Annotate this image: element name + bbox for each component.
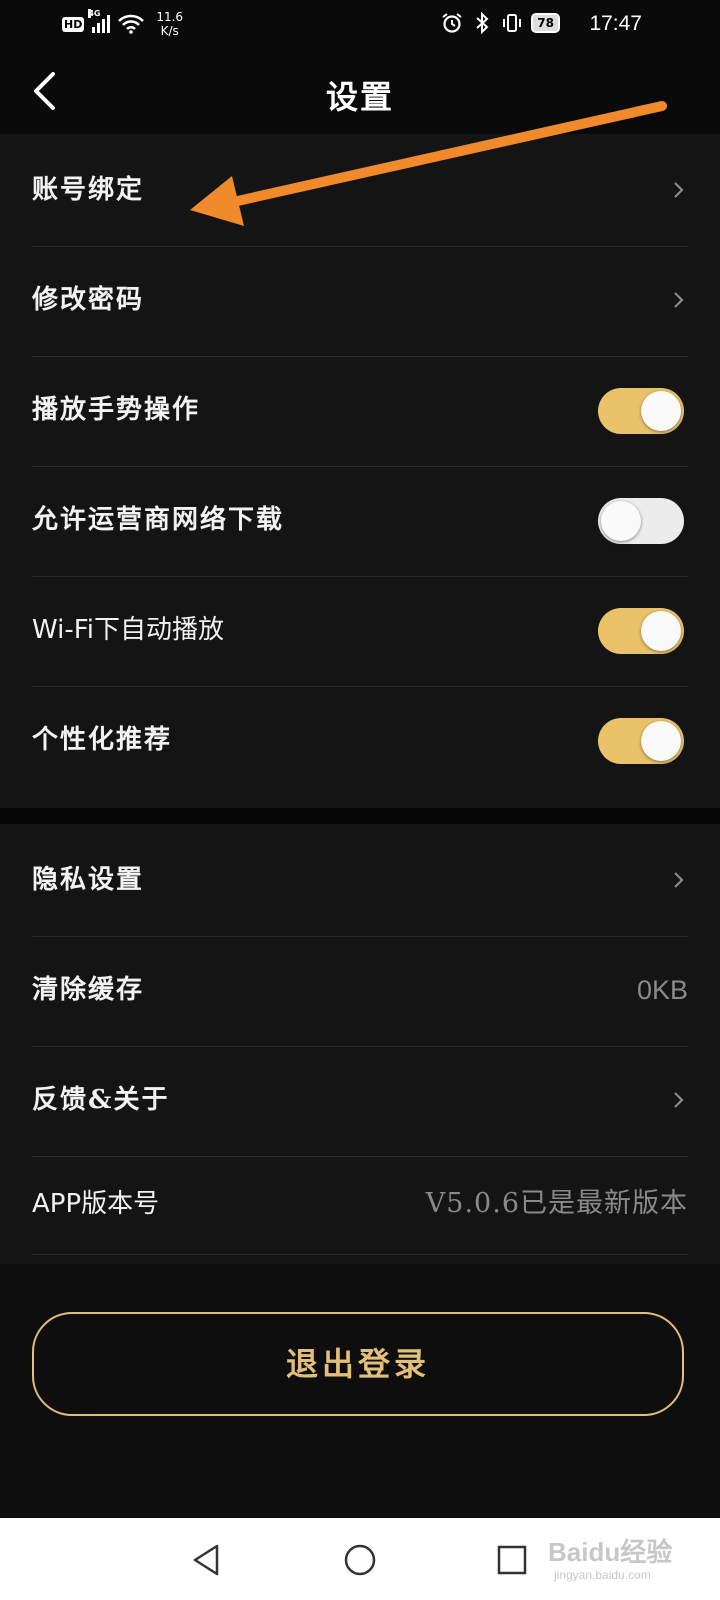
toggle-knob — [641, 611, 681, 651]
watermark-sub: jingyan.baidu.com — [554, 1568, 651, 1582]
settings-row-app-version: APP版本号 V5.0.6已是最新版本 — [32, 1154, 688, 1255]
watermark-text: Baidu经验 — [548, 1537, 673, 1567]
app-header: 设置 — [0, 48, 720, 134]
cache-size: 0KB — [636, 975, 688, 1005]
row-label: 账号绑定 — [32, 175, 145, 205]
settings-group-primary: 账号绑定 修改密码 播放手势操作 允许运营商网络下载 Wi-Fi下自动播放 个性… — [0, 134, 720, 808]
settings-row-gesture-control: 播放手势操作 — [32, 354, 688, 467]
row-label: 播放手势操作 — [32, 395, 201, 425]
back-triangle-icon — [193, 1544, 219, 1576]
carrier-download-toggle[interactable] — [598, 498, 684, 544]
toggle-knob — [641, 391, 681, 431]
home-circle-icon — [344, 1544, 376, 1576]
baidu-watermark: Baidu经验 jingyan.baidu.com — [542, 1524, 692, 1594]
alarm-icon — [441, 12, 463, 34]
net-speed-value: 11.6 — [156, 10, 184, 24]
hd-badge: HD — [62, 16, 85, 32]
clock: 17:47 — [589, 12, 642, 35]
wifi-autoplay-toggle[interactable] — [598, 608, 684, 654]
system-nav-bar: Baidu经验 jingyan.baidu.com — [0, 1518, 720, 1600]
row-label: APP版本号 — [32, 1189, 160, 1219]
wifi-icon — [118, 14, 145, 34]
chevron-right-icon — [674, 872, 684, 888]
settings-row-wifi-autoplay: Wi-Fi下自动播放 — [32, 574, 688, 687]
toggle-knob — [641, 721, 681, 761]
chevron-right-icon — [674, 182, 684, 198]
chevron-right-icon — [674, 292, 684, 308]
logout-button[interactable]: 退出登录 — [32, 1312, 684, 1416]
settings-row-clear-cache[interactable]: 清除缓存 0KB — [32, 934, 688, 1047]
signal-icon: 4G — [88, 9, 111, 33]
recents-square-icon — [497, 1545, 527, 1575]
row-label: 修改密码 — [32, 285, 145, 315]
status-bar: HD 4G 11.6 K/s 78 17:47 — [0, 0, 720, 48]
row-label: 隐私设置 — [32, 865, 145, 895]
settings-row-change-password[interactable]: 修改密码 — [32, 244, 688, 357]
row-label: 反馈&关于 — [32, 1085, 170, 1115]
status-left: HD 4G 11.6 K/s — [62, 9, 183, 38]
vibrate-icon — [501, 12, 523, 34]
group-divider — [0, 808, 720, 824]
toggle-knob — [601, 501, 641, 541]
row-label: 个性化推荐 — [32, 725, 173, 755]
settings-row-carrier-download: 允许运营商网络下载 — [32, 464, 688, 577]
battery-indicator: 78 — [531, 13, 560, 33]
settings-row-account-binding[interactable]: 账号绑定 — [32, 134, 688, 247]
row-label: Wi-Fi下自动播放 — [32, 615, 225, 645]
network-type: 4G — [88, 9, 101, 18]
gesture-control-toggle[interactable] — [598, 388, 684, 434]
personalized-recommend-toggle[interactable] — [598, 718, 684, 764]
app-version-value: V5.0.6已是最新版本 — [425, 1188, 688, 1219]
status-right: 78 — [441, 12, 560, 34]
row-label: 清除缓存 — [32, 975, 145, 1005]
nav-recents-button[interactable] — [490, 1538, 534, 1582]
settings-row-personalized-recommend: 个性化推荐 — [32, 684, 688, 796]
nav-home-button[interactable] — [338, 1538, 382, 1582]
page-title: 设置 — [325, 78, 394, 116]
chevron-right-icon — [674, 1092, 684, 1108]
row-label: 允许运营商网络下载 — [32, 505, 285, 535]
nav-back-button[interactable] — [184, 1538, 228, 1582]
settings-row-privacy[interactable]: 隐私设置 — [32, 824, 688, 937]
bluetooth-icon — [471, 12, 493, 34]
settings-row-feedback-about[interactable]: 反馈&关于 — [32, 1044, 688, 1157]
net-speed-unit: K/s — [160, 24, 179, 38]
net-speed: 11.6 K/s — [156, 10, 183, 38]
settings-group-secondary: 隐私设置 清除缓存 0KB 反馈&关于 APP版本号 V5.0.6已是最新版本 — [0, 824, 720, 1264]
